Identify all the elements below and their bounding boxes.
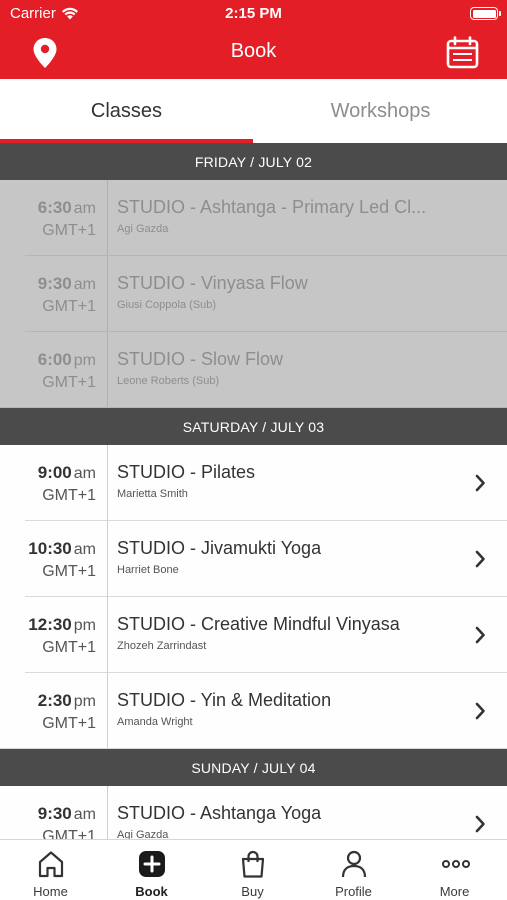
day-header: FRIDAY / JULY 02 — [0, 143, 507, 180]
class-time: 9:00 am — [38, 463, 96, 483]
class-teacher: Leone Roberts (Sub) — [117, 375, 220, 387]
more-dots-icon — [441, 860, 470, 868]
class-row: 9:30 am GMT+1 STUDIO - Vinyasa Flow Giusi Co… — [0, 256, 507, 332]
bottom-tab-bar: Home Book Buy Profile More — [0, 839, 507, 900]
class-row: 6:30 am GMT+1 STUDIO - Ashtanga - Primary L… — [0, 180, 507, 256]
class-time-value: 6:30 — [37, 198, 72, 217]
app-header: Carrier 2:15 PM Book — [0, 0, 507, 79]
class-row[interactable]: 2:30 pm GMT+1 STUDIO - Yin & Meditation Aman… — [0, 673, 507, 749]
class-schedule-list[interactable]: FRIDAY / JULY 02 6:30 am GMT+1 STUDIO - Asht… — [0, 143, 507, 839]
tabbar-buy-label: Buy — [241, 884, 264, 899]
class-row[interactable]: 9:30 am GMT+1 STUDIO - Ashtanga Yoga Agi Gaz… — [0, 786, 507, 839]
row-divider — [107, 597, 108, 673]
class-time-ampm: am — [73, 806, 96, 823]
tabbar-book-label: Book — [135, 884, 168, 899]
day-header: SATURDAY / JULY 03 — [0, 408, 507, 445]
class-name: STUDIO - Pilates — [117, 462, 256, 482]
tabbar-profile-label: Profile — [335, 884, 372, 899]
shopping-bag-icon — [241, 850, 264, 878]
class-timezone: GMT+1 — [42, 828, 96, 839]
class-timezone: GMT+1 — [42, 222, 96, 239]
tabbar-home[interactable]: Home — [0, 840, 101, 900]
class-timezone: GMT+1 — [42, 563, 96, 580]
class-teacher: Giusi Coppola (Sub) — [117, 299, 217, 311]
class-row: 6:00 pm GMT+1 STUDIO - Slow Flow Leone Rober… — [0, 332, 507, 408]
row-divider — [107, 521, 108, 597]
row-divider — [107, 256, 108, 332]
battery-icon — [470, 7, 501, 20]
chevron-right-icon[interactable] — [473, 625, 487, 645]
class-time-value: 9:30 — [37, 804, 72, 823]
class-time: 12:30 pm — [28, 615, 96, 635]
chevron-right-icon[interactable] — [473, 549, 487, 569]
class-timezone: GMT+1 — [42, 374, 96, 391]
class-teacher: Amanda Wright — [117, 716, 193, 728]
class-name: STUDIO - Creative Mindful Vinyasa — [117, 614, 400, 634]
chevron-right-icon[interactable] — [473, 814, 487, 834]
row-divider — [107, 786, 108, 839]
class-name: STUDIO - Vinyasa Flow — [117, 273, 308, 293]
calendar-button[interactable] — [446, 36, 479, 69]
class-time-value: 9:30 — [37, 274, 72, 293]
tabbar-buy[interactable]: Buy — [202, 840, 303, 900]
book-plus-icon — [138, 851, 165, 877]
class-time-ampm: am — [73, 276, 96, 293]
home-icon — [38, 851, 63, 878]
status-time: 2:15 PM — [225, 5, 282, 22]
class-time: 9:30 am — [38, 804, 96, 824]
class-time-value: 2:30 — [37, 691, 72, 710]
tabbar-book[interactable]: Book — [101, 840, 202, 900]
class-timezone: GMT+1 — [42, 487, 96, 504]
class-name: STUDIO - Slow Flow — [117, 349, 284, 369]
class-row[interactable]: 10:30 am GMT+1 STUDIO - Jivamukti Yoga Harri… — [0, 521, 507, 597]
class-time-ampm: pm — [73, 693, 96, 710]
day-header: SUNDAY / JULY 04 — [0, 749, 507, 786]
tab-classes[interactable]: Classes — [0, 79, 253, 143]
tab-workshops[interactable]: Workshops — [254, 79, 507, 143]
class-name: STUDIO - Yin & Meditation — [117, 690, 332, 710]
class-name: STUDIO - Jivamukti Yoga — [117, 538, 322, 558]
class-timezone: GMT+1 — [42, 639, 96, 656]
class-teacher: Agi Gazda — [117, 223, 169, 235]
status-bar: Carrier 2:15 PM — [0, 0, 507, 28]
calendar-icon — [446, 36, 479, 69]
tabbar-more-label: More — [439, 884, 470, 899]
class-time: 10:30 am — [28, 539, 96, 559]
chevron-right-icon[interactable] — [473, 473, 487, 493]
class-time-ampm: am — [73, 200, 96, 217]
profile-icon — [341, 850, 366, 878]
class-time-value: 9:00 — [37, 463, 72, 482]
class-name: STUDIO - Ashtanga - Primary Led Cl... — [117, 197, 427, 217]
class-name: STUDIO - Ashtanga Yoga — [117, 803, 322, 823]
class-teacher: Zhozeh Zarrindast — [117, 640, 207, 652]
class-time: 9:30 am — [38, 274, 96, 294]
tabbar-home-label: Home — [33, 884, 68, 899]
class-time-value: 12:30 — [28, 615, 72, 634]
class-time-ampm: pm — [73, 617, 96, 634]
row-divider — [107, 332, 108, 408]
class-time: 6:00 pm — [38, 350, 96, 370]
page-title: Book — [230, 40, 277, 62]
class-row[interactable]: 9:00 am GMT+1 STUDIO - Pilates Marietta Smit… — [0, 445, 507, 521]
row-divider — [107, 445, 108, 521]
class-teacher: Marietta Smith — [117, 488, 188, 500]
class-time-ampm: am — [73, 465, 96, 482]
class-time-ampm: pm — [73, 352, 96, 369]
tabbar-profile[interactable]: Profile — [303, 840, 404, 900]
class-time-ampm: am — [73, 541, 96, 558]
class-timezone: GMT+1 — [42, 298, 96, 315]
segment-tabs: Classes Workshops — [0, 79, 507, 143]
tabbar-more[interactable]: More — [404, 840, 507, 900]
class-timezone: GMT+1 — [42, 715, 96, 732]
class-teacher: Agi Gazda — [117, 829, 169, 839]
class-row[interactable]: 12:30 pm GMT+1 STUDIO - Creative Mindful Vi… — [0, 597, 507, 673]
class-time: 6:30 am — [38, 198, 96, 218]
class-teacher: Harriet Bone — [117, 564, 179, 576]
row-divider — [107, 180, 108, 256]
chevron-right-icon[interactable] — [473, 701, 487, 721]
class-time-value: 6:00 — [37, 350, 72, 369]
class-time: 2:30 pm — [38, 691, 96, 711]
row-divider — [107, 673, 108, 749]
class-time-value: 10:30 — [28, 539, 72, 558]
